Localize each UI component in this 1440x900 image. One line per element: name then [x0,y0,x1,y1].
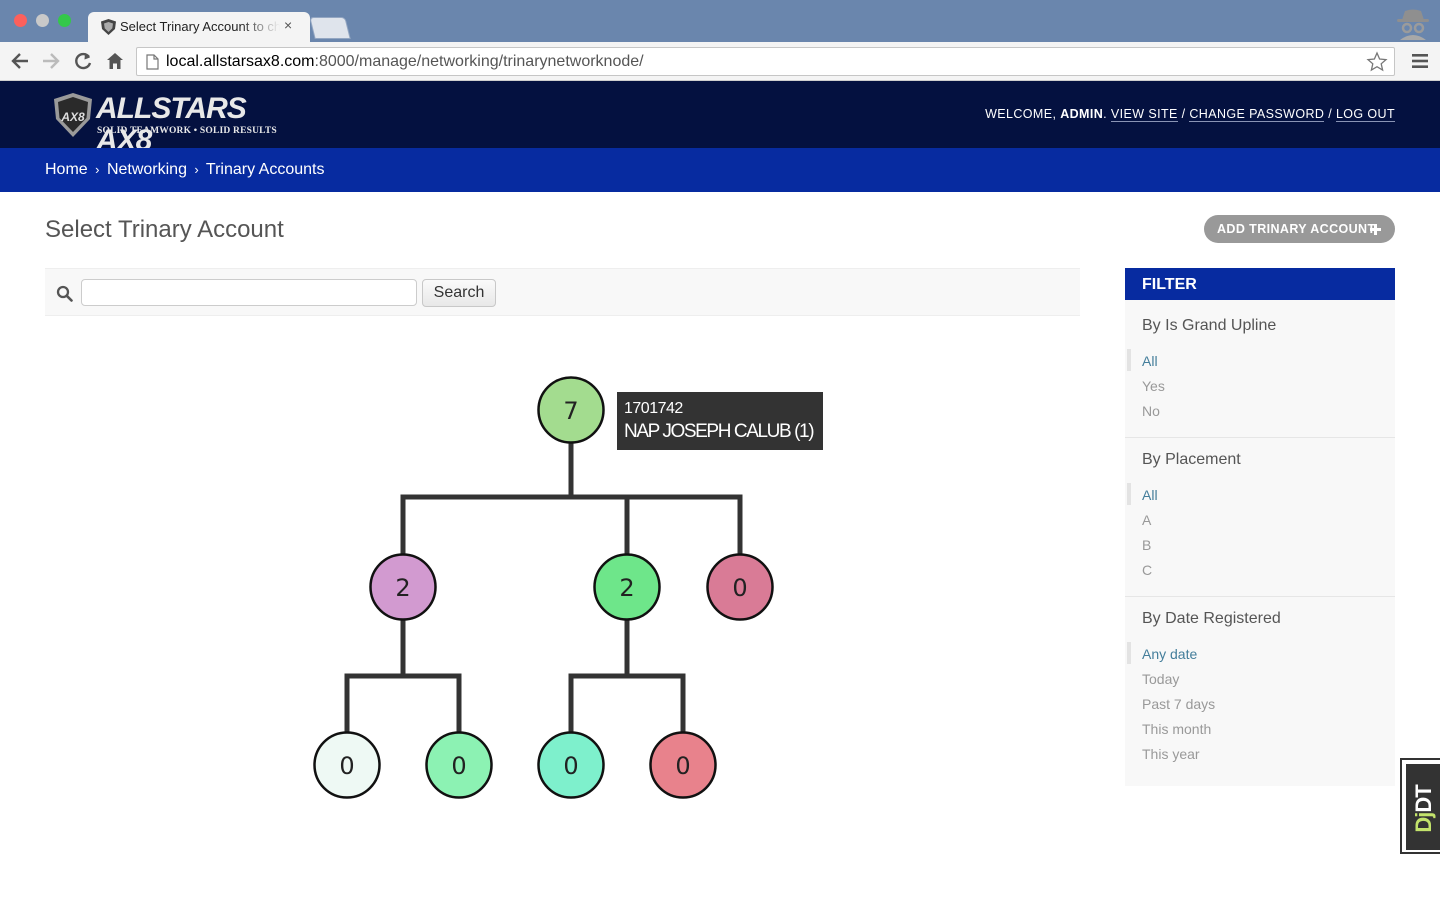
add-button-label: ADD TRINARY ACCOUNT [1217,222,1376,236]
shield-logo-icon: AX8 [54,93,92,137]
browser-tab[interactable]: Select Trinary Account to change × [88,12,310,42]
filter-option-all[interactable]: All [1125,483,1158,511]
logo-tagline: SOLID TEAMWORK • SOLID RESULTS [97,126,277,136]
address-bar[interactable]: local.allstarsax8.com:8000/manage/networ… [136,47,1395,76]
back-arrow-icon[interactable] [9,50,31,72]
search-input[interactable] [81,279,417,306]
separator: / [1181,107,1186,121]
filter-option-a[interactable]: A [1125,511,1158,536]
browser-tab-title: Select Trinary Account to change [120,19,280,34]
add-trinary-account-button[interactable]: ADD TRINARY ACCOUNT [1204,215,1395,243]
breadcrumb-current: Trinary Accounts [205,161,325,178]
view-site-link[interactable]: VIEW SITE [1110,107,1178,122]
tree-node-count: 2 [395,574,410,602]
tree-node-bb[interactable]: 0 [649,731,717,799]
site-header: AX8 ALLSTARS AX8 SOLID TEAMWORK • SOLID … [0,81,1440,157]
filter-option-this-month[interactable]: This month [1125,720,1215,745]
search-button[interactable]: Search [422,279,496,307]
tree-node-aa[interactable]: 0 [313,731,381,799]
tree-node-ab[interactable]: 0 [425,731,493,799]
tree-node-ba[interactable]: 0 [537,731,605,799]
page-title: Select Trinary Account [45,216,284,243]
filter-option-no[interactable]: No [1125,402,1165,427]
breadcrumb: Home › Networking › Trinary Accounts [0,148,1440,192]
filter-title: FILTER [1125,268,1395,300]
breadcrumb-separator: › [95,162,100,177]
url-text: local.allstarsax8.com:8000/manage/networ… [166,53,644,70]
username: ADMIN [1060,107,1104,121]
debug-toolbar-dj: Dj [1411,812,1436,833]
forward-arrow-icon[interactable] [40,50,62,72]
filter-group-title: By Date Registered [1142,610,1281,627]
filter-option-yes[interactable]: Yes [1125,377,1165,402]
filter-option-any-date[interactable]: Any date [1125,642,1215,670]
filter-group-date-registered: By Date Registered Any date Today Past 7… [1125,597,1395,786]
tree-node-count: 0 [339,752,354,780]
tree-node-count: 0 [563,752,578,780]
tree-node-c[interactable]: 0 [706,553,774,621]
breadcrumb-networking[interactable]: Networking [107,161,187,178]
filter-option-c[interactable]: C [1125,561,1158,586]
node-tooltip: 1701742 NAP JOSEPH CALUB (1) [617,392,823,450]
tree-node-a[interactable]: 2 [369,553,437,621]
bookmark-star-icon[interactable] [1366,51,1388,73]
tree-node-count: 7 [563,397,578,425]
new-tab-button[interactable] [309,17,351,39]
tree-node-count: 0 [675,752,690,780]
debug-toolbar-handle[interactable]: DjDT [1400,758,1440,854]
page-icon [146,54,159,70]
breadcrumb-separator: › [194,162,199,177]
log-out-link[interactable]: LOG OUT [1335,107,1395,122]
user-tools: WELCOME, ADMIN. VIEW SITE / CHANGE PASSW… [985,107,1395,122]
filter-group-placement: By Placement All A B C [1125,438,1395,597]
tooltip-account-name: NAP JOSEPH CALUB (1) [624,421,815,442]
tree-node-root[interactable]: 7 [537,376,605,444]
filter-group-title: By Is Grand Upline [1142,317,1277,334]
browser-menu-icon[interactable] [1410,51,1430,71]
debug-toolbar-dt: DT [1411,785,1436,813]
period-text: . [1103,107,1108,121]
filter-option-this-year[interactable]: This year [1125,745,1215,770]
filter-panel: FILTER By Is Grand Upline All Yes No By … [1125,268,1395,786]
reload-icon[interactable] [72,50,94,72]
tree-node-count: 2 [619,574,634,602]
separator: / [1328,107,1333,121]
plus-icon [1370,224,1381,235]
filter-option-all[interactable]: All [1125,349,1165,377]
browser-tab-bar: Select Trinary Account to change × [0,0,1440,42]
maximize-window-button[interactable] [58,14,71,27]
filter-group-grand-upline: By Is Grand Upline All Yes No [1125,300,1395,438]
change-password-link[interactable]: CHANGE PASSWORD [1189,107,1325,122]
shield-favicon-icon [101,19,116,35]
search-icon [56,285,73,302]
filter-option-past-7-days[interactable]: Past 7 days [1125,695,1215,720]
site-logo[interactable]: AX8 ALLSTARS AX8 SOLID TEAMWORK • SOLID … [54,91,284,157]
browser-toolbar: local.allstarsax8.com:8000/manage/networ… [0,42,1440,81]
tooltip-account-id: 1701742 [624,400,683,417]
tree-node-count: 0 [732,574,747,602]
incognito-icon [1397,9,1429,40]
breadcrumb-home[interactable]: Home [45,161,88,178]
close-window-button[interactable] [14,14,27,27]
filter-option-b[interactable]: B [1125,536,1158,561]
filter-option-today[interactable]: Today [1125,670,1215,695]
tree-node-count: 0 [451,752,466,780]
home-icon[interactable] [104,50,126,72]
svg-text:AX8: AX8 [60,110,85,124]
search-toolbar: Search [45,268,1080,316]
minimize-window-button[interactable] [36,14,49,27]
tree-node-b[interactable]: 2 [593,553,661,621]
tab-close-icon[interactable]: × [284,17,292,33]
welcome-text: WELCOME, [985,107,1057,121]
filter-group-title: By Placement [1142,451,1241,468]
